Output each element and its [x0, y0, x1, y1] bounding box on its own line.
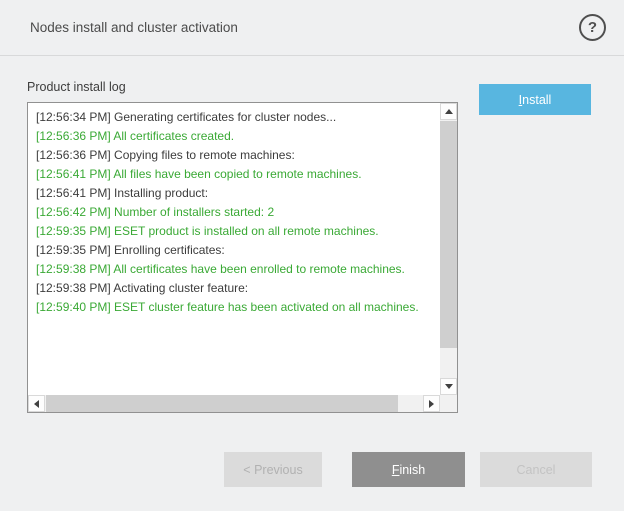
vertical-scroll-thumb[interactable] [440, 121, 457, 348]
cancel-button[interactable]: Cancel [480, 452, 592, 487]
scrollbar-corner [440, 395, 457, 412]
install-button-label: nstall [522, 93, 551, 107]
log-line: [12:59:35 PM] ESET product is installed … [36, 222, 432, 241]
dialog-header: Nodes install and cluster activation ? [0, 0, 624, 56]
finish-button-label: inish [399, 463, 425, 477]
arrow-up-icon [445, 109, 453, 114]
log-line: [12:56:36 PM] Copying files to remote ma… [36, 146, 432, 165]
log-line: [12:56:41 PM] Installing product: [36, 184, 432, 203]
horizontal-scroll-track[interactable] [45, 395, 423, 412]
arrow-right-icon [429, 400, 434, 408]
log-line: [12:59:38 PM] Activating cluster feature… [36, 279, 432, 298]
install-log-box: [12:56:34 PM] Generating certificates fo… [27, 102, 458, 413]
arrow-left-icon [34, 400, 39, 408]
question-mark-icon: ? [588, 19, 597, 36]
wizard-dialog: Nodes install and cluster activation ? P… [0, 0, 624, 413]
log-line: [12:56:41 PM] All files have been copied… [36, 165, 432, 184]
finish-button[interactable]: Finish [352, 452, 465, 487]
log-line: [12:56:34 PM] Generating certificates fo… [36, 108, 432, 127]
scroll-right-button[interactable] [423, 395, 440, 412]
vertical-scroll-track[interactable] [440, 120, 457, 378]
horizontal-scrollbar[interactable] [28, 395, 440, 412]
log-line: [12:56:36 PM] All certificates created. [36, 127, 432, 146]
vertical-scrollbar[interactable] [440, 103, 457, 395]
install-log-lines: [12:56:34 PM] Generating certificates fo… [28, 103, 440, 395]
scroll-down-button[interactable] [440, 378, 457, 395]
footer-button-bar: < Previous Finish Cancel [0, 452, 624, 487]
log-line: [12:59:40 PM] ESET cluster feature has b… [36, 298, 432, 317]
scroll-up-button[interactable] [440, 103, 457, 120]
arrow-down-icon [445, 384, 453, 389]
log-line: [12:59:35 PM] Enrolling certificates: [36, 241, 432, 260]
help-button[interactable]: ? [579, 14, 606, 41]
log-line: [12:56:42 PM] Number of installers start… [36, 203, 432, 222]
previous-button[interactable]: < Previous [224, 452, 322, 487]
scroll-left-button[interactable] [28, 395, 45, 412]
page-title: Nodes install and cluster activation [30, 20, 238, 35]
horizontal-scroll-thumb[interactable] [46, 395, 398, 412]
log-line: [12:59:38 PM] All certificates have been… [36, 260, 432, 279]
install-button[interactable]: Install [479, 84, 591, 115]
